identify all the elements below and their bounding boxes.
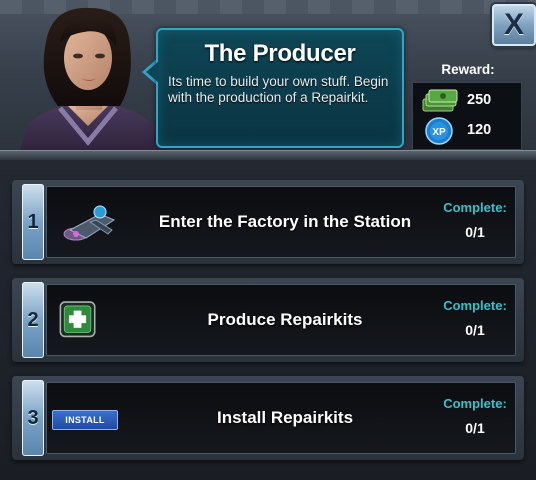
objective-progress: 0/1 (465, 224, 485, 240)
quest-title: The Producer (204, 40, 356, 67)
svg-text:XP: XP (432, 127, 446, 138)
objective-text: Enter the Factory in the Station (158, 212, 412, 231)
objective-number: 1 (22, 184, 44, 260)
reward-box: 250 XP 120 (412, 82, 522, 150)
xp-icon: XP (425, 117, 453, 145)
objective-complete-label: Complete: (443, 298, 507, 313)
close-icon: X (503, 8, 524, 41)
objective-text: Produce Repairkits (207, 310, 363, 329)
reward-cash-row: 250 (413, 87, 521, 115)
objectives-list: 1 Enter the Factory in the Station Compl… (0, 160, 536, 480)
objective-row: 2 Produce Repairkits Complete: 0/1 (12, 278, 524, 362)
objective-number: 3 (22, 380, 44, 456)
reward-xp-row: XP 120 (413, 117, 521, 145)
objective-progress: 0/1 (465, 420, 485, 436)
quest-description: Its time to build your own stuff. Begin … (168, 74, 389, 105)
quest-dialog: The Producer Its time to build your own … (156, 28, 404, 148)
objective-number: 2 (22, 282, 44, 358)
objective-progress: 0/1 (465, 322, 485, 338)
objective-text: Install Repairkits (216, 408, 354, 427)
install-icon: INSTALL (52, 410, 118, 430)
close-button[interactable]: X (492, 4, 536, 46)
reward-cash-value: 250 (467, 92, 492, 108)
objective-row: 3 INSTALL Install Repairkits Complete: 0… (12, 376, 524, 460)
quest-header: The Producer Its time to build your own … (0, 0, 536, 158)
dialog-tail-inner (146, 61, 159, 83)
objective-row: 1 Enter the Factory in the Station Compl… (12, 180, 524, 264)
repairkit-icon (59, 301, 96, 338)
cash-icon (422, 89, 458, 112)
station-icon (63, 205, 116, 241)
objective-complete-label: Complete: (443, 396, 507, 411)
reward-label: Reward: (441, 62, 495, 77)
reward-xp-value: 120 (467, 122, 492, 138)
objective-complete-label: Complete: (443, 200, 507, 215)
